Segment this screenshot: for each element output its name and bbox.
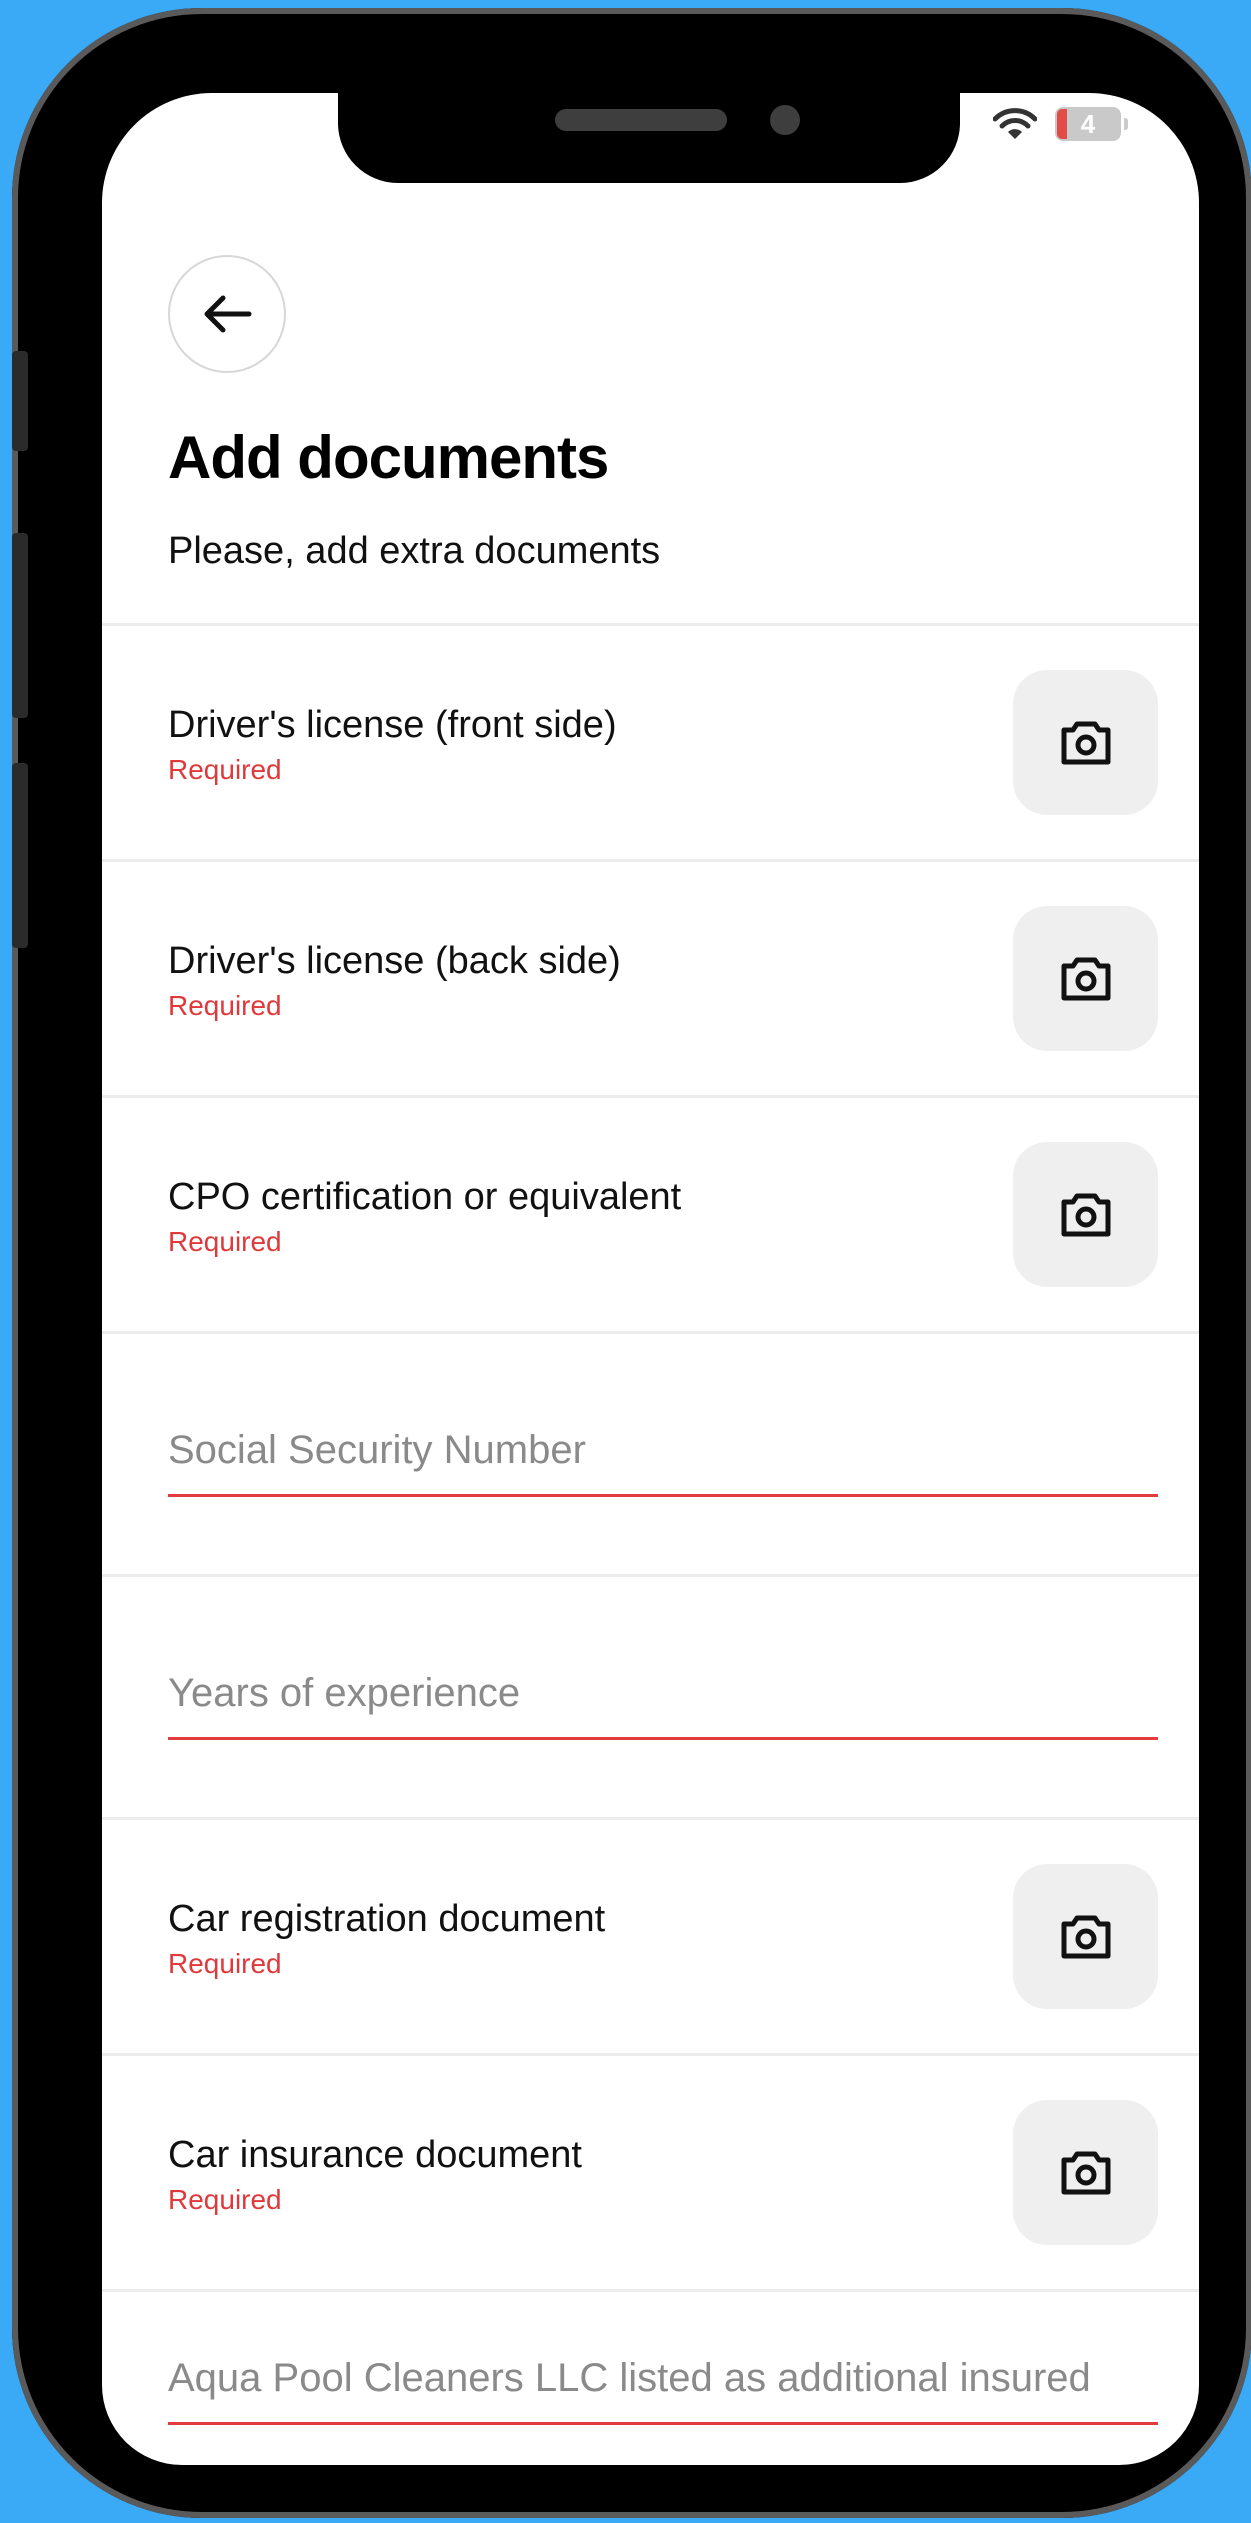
mute-switch (12, 351, 28, 451)
document-label: CPO certification or equivalent (168, 1176, 682, 1218)
battery-level: 4 (1080, 108, 1096, 139)
document-label: Driver's license (back side) (168, 940, 621, 982)
document-row-license-front: Driver's license (front side) Required (102, 626, 1199, 859)
upload-photo-button[interactable] (1013, 1864, 1158, 2009)
arrow-left-icon (204, 295, 252, 333)
battery-icon: 4 (1055, 107, 1128, 141)
camera-icon (1061, 1915, 1110, 1958)
required-badge: Required (168, 2184, 282, 2215)
document-row-cpo-certification: CPO certification or equivalent Required (102, 1098, 1199, 1331)
page-title: Add documents (168, 424, 609, 491)
ssn-row (102, 1334, 1199, 1574)
document-row-car-registration: Car registration document Required (102, 1820, 1199, 2053)
additional-insured-input[interactable] (168, 2352, 1158, 2425)
camera-icon (1061, 2151, 1110, 2194)
experience-row (102, 1577, 1199, 1817)
phone-frame: 4 Add documents Please, add extra docume… (12, 8, 1251, 2518)
camera-icon (1061, 957, 1110, 1000)
upload-photo-button[interactable] (1013, 906, 1158, 1051)
upload-photo-button[interactable] (1013, 1142, 1158, 1287)
document-label: Car insurance document (168, 2134, 582, 2176)
required-badge: Required (168, 1948, 282, 1979)
volume-down-button (12, 763, 28, 948)
years-of-experience-input[interactable] (168, 1667, 1158, 1740)
page-subtitle: Please, add extra documents (168, 530, 661, 572)
back-button[interactable] (168, 255, 286, 373)
camera-icon (1061, 721, 1110, 764)
wifi-icon (993, 108, 1037, 139)
front-camera (770, 105, 800, 135)
upload-photo-button[interactable] (1013, 670, 1158, 815)
required-badge: Required (168, 754, 282, 785)
document-label: Car registration document (168, 1898, 606, 1940)
ssn-input[interactable] (168, 1424, 1158, 1497)
required-badge: Required (168, 1226, 282, 1257)
upload-photo-button[interactable] (1013, 2100, 1158, 2245)
document-row-car-insurance: Car insurance document Required (102, 2056, 1199, 2289)
document-row-license-back: Driver's license (back side) Required (102, 862, 1199, 1095)
required-badge: Required (168, 990, 282, 1021)
app-screen: 4 Add documents Please, add extra docume… (102, 93, 1199, 2465)
volume-up-button (12, 533, 28, 718)
additional-insured-row (102, 2292, 1199, 2465)
notch (338, 93, 960, 183)
speaker-grille (555, 109, 727, 131)
document-label: Driver's license (front side) (168, 704, 617, 746)
camera-icon (1061, 1193, 1110, 1236)
status-bar: 4 (993, 107, 1128, 141)
